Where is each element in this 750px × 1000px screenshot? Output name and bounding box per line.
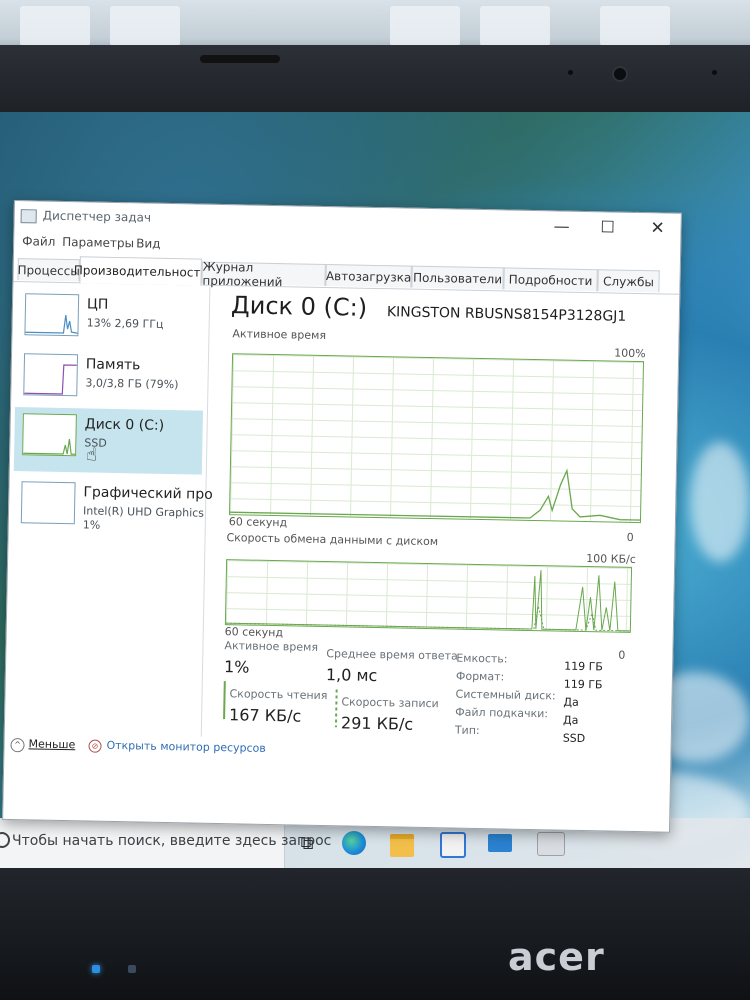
laptop-bottom-bezel (0, 868, 750, 1000)
task-manager-icon (20, 209, 37, 224)
sidebar-item-label: ЦП (86, 296, 109, 313)
cpu-thumbnail-graph (24, 293, 80, 337)
read-speed-indicator (223, 681, 226, 720)
menu-view[interactable]: Вид (136, 236, 161, 250)
close-button[interactable]: ✕ (642, 217, 672, 240)
laptop-brand-logo: acer (508, 935, 605, 979)
sidebar-item-memory[interactable]: Память 3,0/3,8 ГБ (79%) (15, 347, 204, 407)
window-title: Диспетчер задач (42, 208, 152, 225)
sidebar-item-detail: Intel(R) UHD Graphics (82, 504, 205, 520)
transfer-rate-graph-min: 0 (618, 648, 626, 662)
tab-services[interactable]: Службы (597, 269, 660, 293)
sidebar-item-detail: 13% 2,69 ГГц (86, 316, 164, 331)
search-icon (0, 832, 10, 848)
sidebar-item-gpu[interactable]: Графический про Intel(R) UHD Graphics 1% (13, 475, 213, 541)
read-speed-label: Скорость чтения (229, 687, 328, 703)
tab-processes[interactable]: Процессы (17, 258, 80, 282)
type-label: Тип: (454, 723, 480, 738)
maximize-button[interactable]: ☐ (592, 216, 622, 239)
tab-performance[interactable]: Производительность (74, 256, 208, 286)
task-manager-taskbar-icon[interactable] (537, 832, 565, 856)
active-time-graph-max: 100% (614, 346, 646, 361)
tab-details[interactable]: Подробности (503, 267, 598, 292)
system-disk-label: Системный диск: (455, 687, 556, 703)
task-manager-window: Диспетчер задач — ☐ ✕ Файл Параметры Вид… (2, 200, 682, 833)
transfer-rate-graph-span: 60 секунд (224, 625, 284, 640)
menu-options[interactable]: Параметры (62, 235, 134, 250)
task-view-icon[interactable]: ⧉ (292, 828, 322, 858)
fewer-details-button[interactable]: Меньше (28, 737, 75, 751)
active-time-value: 1% (223, 657, 250, 677)
transfer-rate-graph-label: Скорость обмена данными с диском (226, 531, 439, 549)
hand-cursor-icon: ☝ (85, 444, 98, 466)
status-led (128, 965, 136, 973)
sidebar-item-label: Графический про (83, 484, 213, 503)
gpu-thumbnail-graph (20, 481, 76, 525)
write-speed-label: Скорость записи (341, 695, 439, 711)
write-speed-value: 291 КБ/с (340, 713, 414, 734)
open-resource-monitor-link[interactable]: Открыть монитор ресурсов (106, 739, 266, 755)
response-time-value: 1,0 мс (325, 665, 378, 686)
background-shelf (20, 6, 90, 46)
tab-users[interactable]: Пользователи (411, 265, 504, 290)
resource-monitor-icon[interactable]: ⊘ (88, 739, 102, 753)
memory-thumbnail-graph (23, 353, 79, 397)
page-title: Диск 0 (C:) (230, 291, 368, 322)
capacity-value: 119 ГБ (564, 659, 604, 674)
active-time-graph-label: Активное время (232, 327, 327, 343)
sidebar-item-usage: 1% (82, 518, 101, 532)
page-file-label: Файл подкачки: (455, 705, 549, 721)
sidebar-item-cpu[interactable]: ЦП 13% 2,69 ГГц (16, 287, 205, 347)
laptop-top-bezel (0, 45, 750, 120)
page-file-value: Да (562, 713, 579, 727)
minimize-button[interactable]: — (546, 215, 576, 238)
search-placeholder: Чтобы начать поиск, введите здесь запрос (12, 833, 332, 849)
sidebar-item-label: Диск 0 (C:) (84, 416, 165, 434)
tab-startup[interactable]: Автозагрузка (325, 263, 412, 288)
menu-file[interactable]: Файл (22, 234, 55, 249)
transfer-rate-graph (224, 559, 633, 633)
active-time-graph-min: 0 (626, 530, 634, 544)
sidebar-item-detail: 3,0/3,8 ГБ (79%) (85, 376, 179, 392)
edge-browser-icon[interactable] (342, 831, 366, 855)
disk-detail-panel: Диск 0 (C:) KINGSTON RBUSNS8154P3128GJ1 … (222, 291, 667, 759)
background-shelf (390, 6, 460, 46)
taskbar-search-box[interactable]: Чтобы начать поиск, введите здесь запрос (0, 818, 331, 868)
status-led (92, 965, 100, 973)
background-shelf (600, 6, 670, 46)
response-time-label: Среднее время ответа (326, 647, 458, 663)
tab-app-history[interactable]: Журнал приложений (201, 259, 326, 289)
sensor-dot (712, 70, 717, 75)
disk-thumbnail-graph (22, 413, 77, 457)
transfer-rate-graph-max: 100 КБ/с (586, 552, 636, 567)
format-label: Формат: (455, 669, 505, 684)
format-value: 119 ГБ (563, 677, 603, 692)
disk-model: KINGSTON RBUSNS8154P3128GJ1 (386, 304, 627, 325)
background-shelf (110, 6, 180, 46)
webcam-icon (612, 66, 628, 82)
active-time-label: Активное время (224, 639, 319, 654)
wallpaper-foam (690, 442, 750, 562)
read-speed-value: 167 КБ/с (228, 705, 302, 726)
chevron-up-icon[interactable]: ^ (10, 738, 25, 753)
bezel-notch (200, 55, 280, 63)
active-time-graph-span: 60 секунд (228, 515, 288, 530)
background-shelf (480, 6, 550, 46)
capacity-label: Емкость: (456, 651, 508, 666)
sidebar-item-label: Память (85, 356, 141, 374)
system-disk-value: Да (563, 695, 579, 709)
active-time-graph (228, 353, 645, 524)
mail-icon[interactable] (488, 834, 512, 852)
store-icon[interactable] (440, 832, 466, 858)
write-speed-indicator (334, 689, 338, 728)
sidebar-item-disk[interactable]: Диск 0 (C:) SSD ☝ (13, 407, 203, 475)
file-explorer-icon[interactable] (390, 834, 414, 857)
performance-sidebar: ЦП 13% 2,69 ГГц Память 3,0/3,8 ГБ (79%) … (4, 283, 213, 737)
sensor-dot (568, 70, 573, 75)
